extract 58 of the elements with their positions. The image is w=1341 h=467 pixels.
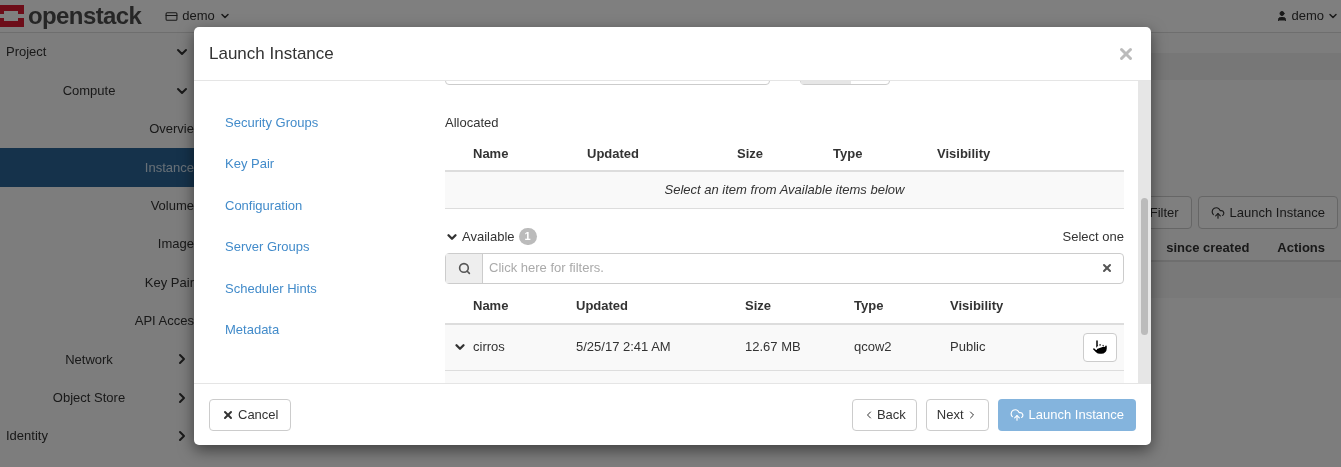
- step-link[interactable]: Configuration: [225, 197, 303, 213]
- step-link[interactable]: Security Groups: [225, 115, 319, 130]
- sidebar-item[interactable]: Overvie: [0, 109, 194, 149]
- available-toggle[interactable]: Available: [445, 226, 515, 247]
- column-header: Updated: [587, 144, 640, 163]
- count-badge: 1: [518, 228, 537, 245]
- next-button[interactable]: Next: [925, 398, 989, 431]
- project-menu[interactable]: demo: [165, 6, 231, 26]
- column-header: Actions: [1277, 238, 1325, 257]
- table-cell-text: 5/25/17 2:41 AM: [576, 338, 672, 357]
- sidebar-item[interactable]: Volume: [0, 186, 194, 225]
- sidebar-item[interactable]: Instance: [0, 148, 194, 187]
- launch-instance-button[interactable]: Launch Instance: [1197, 196, 1338, 229]
- step-link[interactable]: Server Groups: [225, 239, 310, 255]
- close-icon: [222, 408, 234, 421]
- sidebar-item[interactable]: API Acces: [0, 301, 194, 341]
- sidebar-item[interactable]: Project: [0, 33, 194, 72]
- column-header: Updated: [576, 296, 629, 315]
- scrollbar-thumb[interactable]: [1141, 198, 1148, 335]
- table-cell-text: 12.67 MB: [745, 338, 802, 357]
- column-header: Name: [473, 296, 510, 315]
- user-menu[interactable]: demo: [1276, 6, 1339, 26]
- column-header: Type: [854, 296, 885, 315]
- column-header: Visibility: [950, 296, 1005, 315]
- search-icon: [457, 261, 471, 275]
- section-label: Allocated: [445, 114, 500, 132]
- step-link[interactable]: Metadata: [225, 321, 280, 337]
- step-link[interactable]: Key Pair: [225, 156, 275, 172]
- column-header: Visibility: [937, 144, 992, 163]
- sidebar-item[interactable]: Key Pair: [0, 263, 194, 302]
- sidebar-item[interactable]: Network: [0, 340, 194, 379]
- cloud-upload-icon: [1009, 407, 1024, 422]
- clear-icon[interactable]: [1101, 262, 1113, 274]
- logo[interactable]: openstack: [0, 0, 142, 34]
- cancel-button[interactable]: Cancel: [209, 398, 292, 431]
- table-cell-text: qcow2: [854, 338, 893, 357]
- sidebar-item[interactable]: Image: [0, 224, 194, 264]
- column-header: Size: [745, 296, 772, 315]
- table-cell-text: Public: [950, 338, 987, 357]
- logo-icon: [0, 3, 24, 29]
- column-header: Name: [473, 144, 510, 163]
- column-header: Type: [833, 144, 864, 163]
- selection-hint: Select one: [1062, 227, 1124, 246]
- sidebar-item[interactable]: Identity: [0, 416, 194, 456]
- select-button[interactable]: [1083, 332, 1117, 362]
- sidebar-item[interactable]: Compute: [0, 71, 194, 110]
- empty-message: Select an item from Available items below: [664, 180, 905, 199]
- cloud-upload-icon: [1210, 205, 1225, 220]
- dialog-title: Launch Instance: [209, 42, 334, 65]
- column-header: since created: [1166, 238, 1250, 257]
- card-icon: [165, 9, 179, 23]
- sidebar-item[interactable]: Object Store: [0, 378, 194, 417]
- user-icon: [1276, 10, 1289, 22]
- table-cell-text: cirros: [473, 338, 506, 357]
- back-button[interactable]: Back: [851, 398, 917, 431]
- column-header: Size: [737, 144, 764, 163]
- hand-pointer-icon: [1091, 338, 1109, 356]
- step-link[interactable]: Scheduler Hints: [225, 280, 317, 296]
